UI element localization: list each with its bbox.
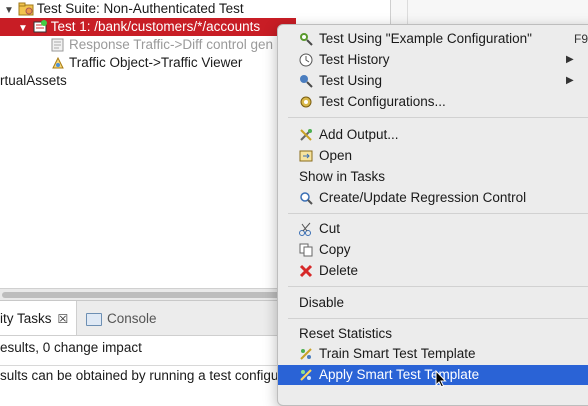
regression-control-icon (298, 190, 314, 206)
context-menu: Test Using "Example Configuration" F9 Te… (277, 24, 588, 406)
menu-item-apply-smart-test-template[interactable]: Apply Smart Test Template (278, 365, 588, 385)
menu-item-test-using-example[interactable]: Test Using "Example Configuration" F9 (278, 29, 588, 49)
response-traffic-icon (50, 37, 66, 53)
tree-item-label: rtualAssets (0, 73, 67, 88)
menu-item-test-configurations[interactable]: Test Configurations... (278, 92, 588, 112)
menu-item-label: Cut (319, 221, 341, 236)
menu-item-regression-control[interactable]: Create/Update Regression Control (278, 188, 588, 208)
apply-template-icon (298, 367, 314, 383)
open-icon (298, 148, 314, 164)
shortcut-label: F9 (574, 32, 588, 46)
menu-item-label: Reset Statistics (299, 326, 393, 341)
test-using-icon (298, 31, 314, 47)
menu-item-disable[interactable]: Disable (278, 293, 588, 313)
menu-item-label: Create/Update Regression Control (319, 190, 527, 205)
menu-item-label: Test Using (319, 73, 383, 88)
menu-item-label: Add Output... (319, 127, 399, 142)
add-output-icon (298, 127, 314, 143)
delete-x-icon (298, 263, 314, 279)
scrollbar-thumb[interactable] (2, 292, 302, 298)
menu-item-label: Open (319, 148, 353, 163)
tree-item-label: Test 1: /bank/customers/*/accounts (50, 19, 261, 34)
menu-item-label: Test Configurations... (319, 94, 446, 109)
tree-item-traffic-object[interactable]: Traffic Object->Traffic Viewer (50, 54, 242, 72)
test-using-submenu-icon (298, 73, 314, 89)
scissors-icon (298, 221, 314, 237)
traffic-viewer-icon (50, 55, 66, 71)
test-scenario-icon (32, 19, 48, 35)
menu-item-label: Show in Tasks (299, 169, 386, 184)
menu-item-label: Test History (319, 52, 390, 67)
menu-item-copy[interactable]: Copy (278, 240, 588, 260)
menu-separator (288, 318, 588, 319)
submenu-arrow-icon: ▶ (566, 54, 574, 65)
menu-item-add-output[interactable]: Add Output... (278, 125, 588, 145)
menu-separator (288, 117, 588, 118)
tree-item-label: Response Traffic->Diff control gen (69, 37, 273, 52)
tab-label: ity Tasks (0, 311, 52, 326)
tree-item-label: Traffic Object->Traffic Viewer (69, 55, 243, 70)
tab-label: Console (107, 311, 157, 326)
tree-item-virtual-assets[interactable]: rtualAssets (0, 72, 67, 90)
close-tab-icon[interactable]: ☒ (58, 301, 69, 337)
console-icon (86, 312, 102, 326)
tasks-hint: sults can be obtained by running a test … (0, 368, 313, 383)
tab-quality-tasks[interactable]: ity Tasks ☒ (0, 301, 78, 337)
menu-item-delete[interactable]: Delete (278, 261, 588, 281)
tree-item-label: Test Suite: Non-Authenticated Test (36, 1, 244, 16)
tab-console[interactable]: Console (86, 301, 157, 335)
tasks-summary: esults, 0 change impact (0, 340, 142, 355)
menu-item-reset-statistics[interactable]: Reset Statistics (278, 324, 588, 344)
menu-item-train-smart-test-template[interactable]: Train Smart Test Template (278, 344, 588, 364)
menu-item-test-history[interactable]: Test History ▶ (278, 50, 588, 70)
menu-item-open[interactable]: Open (278, 146, 588, 166)
menu-item-show-in-tasks[interactable]: Show in Tasks (278, 167, 588, 187)
menu-item-test-using[interactable]: Test Using ▶ (278, 71, 588, 91)
tree-item-test-suite[interactable]: ▼ Test Suite: Non-Authenticated Test (4, 0, 244, 18)
test-configurations-icon (298, 94, 314, 110)
menu-item-label: Test Using "Example Configuration" (319, 31, 532, 46)
tree-item-test1[interactable]: ▼ Test 1: /bank/customers/*/accounts (0, 18, 296, 36)
menu-item-cut[interactable]: Cut (278, 219, 588, 239)
menu-item-label: Copy (319, 242, 351, 257)
tree-item-response-traffic[interactable]: Response Traffic->Diff control gen (50, 36, 273, 54)
test-suite-icon (18, 1, 34, 17)
submenu-arrow-icon: ▶ (566, 75, 574, 86)
menu-item-label: Apply Smart Test Template (319, 367, 480, 382)
menu-item-label: Delete (319, 263, 359, 278)
menu-separator (288, 286, 588, 287)
menu-item-label: Train Smart Test Template (319, 346, 476, 361)
menu-separator (288, 213, 588, 214)
mouse-pointer-icon (435, 369, 447, 388)
train-template-icon (298, 346, 314, 362)
test-history-icon (298, 52, 314, 68)
menu-item-label: Disable (299, 295, 345, 310)
expand-arrow-icon[interactable]: ▼ (18, 20, 28, 38)
copy-icon (298, 242, 314, 258)
